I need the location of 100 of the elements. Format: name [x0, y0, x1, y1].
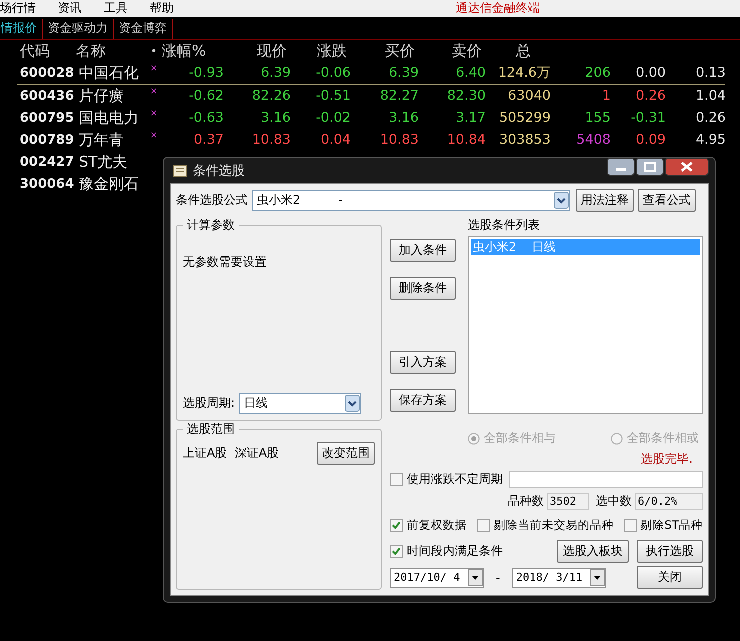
date-separator: - [495, 570, 502, 584]
table-cell-text: -0.51 [315, 88, 352, 104]
app-title: 通达信金融终端 [456, 0, 540, 17]
table-cell-text: 82.30 [446, 88, 487, 104]
table-cell-text: 3.17 [454, 110, 487, 126]
column-header[interactable]: 涨跌 [293, 42, 353, 60]
table-cell-text: ST尤夫 [78, 152, 129, 172]
list-label: 选股条件列表 [468, 217, 541, 234]
table-cell-text: 10.83 [379, 132, 420, 148]
change-range-button[interactable]: 改变范围 [317, 442, 375, 465]
table-cell-text: -0.31 [630, 110, 667, 126]
minimize-button[interactable] [607, 158, 635, 176]
table-cell-text: 3.16 [260, 110, 292, 126]
table-cell-text: 000789 [19, 132, 76, 148]
mark-symbol: × [150, 86, 158, 97]
table-cell-text: -0.06 [315, 65, 352, 81]
table-cell-text: 155 [584, 110, 612, 126]
table-cell-text: 4.95 [694, 132, 727, 148]
mark-symbol: × [150, 130, 158, 141]
params-text: 无参数需要设置 [183, 254, 268, 271]
close-dialog-button[interactable]: 关闭 [637, 566, 703, 589]
table-cell-text: 300064 [19, 176, 76, 192]
table-cell-text: 600436 [19, 88, 76, 104]
table-cell-text: -0.93 [188, 65, 225, 81]
close-button[interactable] [665, 158, 709, 176]
column-header[interactable]: 总 [488, 42, 553, 60]
tab[interactable]: 情报价 [0, 19, 43, 39]
table-cell-text: 万年青 [78, 130, 125, 150]
table-cell-text: 63040 [507, 88, 552, 104]
table-cell-text: 10.83 [251, 132, 292, 148]
run-button[interactable]: 执行选股 [637, 540, 703, 563]
column-header[interactable]: 代码 [17, 42, 76, 60]
table-cell-text: 片仔癀 [78, 86, 125, 106]
checkbox[interactable]: 剔除ST品种 [624, 518, 703, 533]
column-header[interactable]: 现价 [226, 42, 293, 60]
checkbox[interactable]: 使用涨跌不定周期 [390, 471, 503, 488]
table-cell-text: 1 [601, 88, 612, 104]
checkbox[interactable]: 前复权数据 [390, 518, 467, 533]
table-cell-text: 600028 [19, 66, 76, 80]
date-picker[interactable]: 2017/10/ 4 [390, 568, 484, 588]
table-cell-text: 0.37 [192, 132, 225, 148]
table-cell-text: 6.39 [388, 65, 420, 81]
checkbox[interactable]: 剔除当前未交易的品种 [476, 518, 614, 533]
menu-item[interactable]: 场行情 [0, 0, 36, 17]
table-cell-text: 0.26 [694, 110, 727, 126]
table-cell-text: 206 [584, 65, 612, 81]
checkbox[interactable]: 时间段内满足条件 [390, 543, 503, 560]
table-cell-text: 82.26 [251, 88, 292, 104]
window-title: 条件选股 [193, 162, 245, 180]
selected-field: 6/0.2% [635, 493, 703, 510]
menu-item[interactable]: 工具 [104, 0, 128, 17]
table-cell-text: 303853 [498, 132, 552, 148]
column-header[interactable]: 涨幅% [160, 42, 226, 60]
table-cell-text: 3.16 [388, 110, 420, 126]
table-cell-text: 6.39 [260, 65, 292, 81]
range-text: 上证A股 深证A股 [183, 445, 280, 462]
table-cell-text: 0.26 [634, 88, 667, 104]
period-field[interactable] [509, 471, 703, 488]
status-text: 选股完毕. [641, 451, 693, 468]
menu-item[interactable]: 资讯 [58, 0, 82, 17]
table-cell-text: 505299 [498, 110, 552, 126]
table-cell-text: -0.63 [188, 110, 225, 126]
table-cell-text: 124.6万 [497, 64, 552, 82]
mark-symbol: × [150, 63, 158, 74]
column-header[interactable]: • [148, 44, 160, 58]
tab[interactable]: 资金博弈 [114, 19, 173, 39]
menu-item[interactable]: 帮助 [150, 0, 174, 17]
usage-notes-button[interactable]: 用法注释 [576, 189, 634, 212]
table-cell-text: 1.04 [694, 88, 727, 104]
maximize-button[interactable] [636, 158, 664, 176]
add-to-block-button[interactable]: 选股入板块 [557, 540, 629, 563]
period-dropdown[interactable]: 日线 [239, 393, 362, 414]
table-cell-text: 600795 [19, 110, 76, 126]
table-cell-text: 国电电力 [78, 108, 140, 128]
table-cell-text: 0.13 [694, 65, 727, 81]
table-cell-text: -0.02 [315, 110, 352, 126]
date-picker[interactable]: 2018/ 3/11 [512, 568, 606, 588]
table-cell-text: 6.40 [454, 65, 487, 81]
action-button[interactable]: 加入条件 [390, 239, 456, 262]
column-header[interactable]: 名称 [76, 42, 148, 60]
action-button[interactable]: 保存方案 [390, 389, 456, 412]
table-cell-text: 5408 [576, 132, 612, 148]
table-cell-text: 豫金刚石 [78, 174, 140, 194]
tab[interactable]: 资金驱动力 [43, 19, 114, 39]
column-header[interactable]: 买价 [353, 42, 421, 60]
view-formula-button[interactable]: 查看公式 [638, 189, 696, 212]
table-cell-text: 82.27 [379, 88, 420, 104]
formula-label: 条件选股公式 [176, 192, 248, 209]
table-cell-text: 0.04 [320, 132, 352, 148]
group-title: 计算参数 [183, 217, 239, 234]
count-label: 品种数 [508, 493, 544, 510]
action-button[interactable]: 删除条件 [390, 277, 456, 300]
column-header[interactable]: 卖价 [421, 42, 488, 60]
selected-label: 选中数 [596, 493, 632, 510]
action-button[interactable]: 引入方案 [390, 351, 456, 374]
group-title: 选股范围 [183, 421, 239, 438]
table-cell-text: 0.09 [634, 132, 667, 148]
table-cell-text: 0.00 [634, 65, 667, 81]
period-label: 选股周期: [183, 395, 236, 412]
formula-dropdown[interactable]: 虫小米2 - [252, 190, 570, 211]
